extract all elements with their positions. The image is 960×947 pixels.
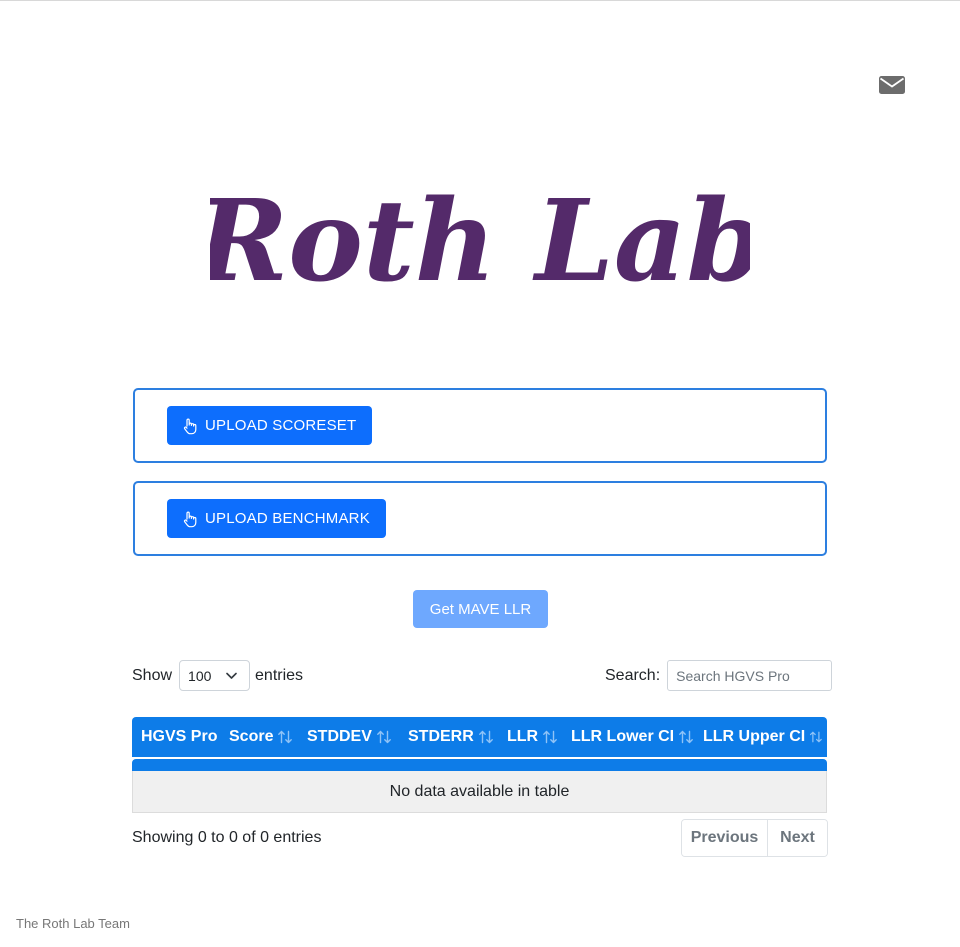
sort-arrows-icon (278, 730, 293, 744)
table-empty-row: No data available in table (132, 771, 827, 813)
upload-benchmark-panel: UPLOAD BENCHMARK (133, 481, 827, 556)
table-header: HGVS Pro Score STDDEV STDERR LLR LLR Low… (132, 717, 827, 757)
page-length-control: Show 100 entries (132, 660, 303, 691)
page-length-select[interactable]: 100 (179, 660, 251, 691)
entries-label: entries (255, 666, 304, 684)
column-stderr[interactable]: STDERR (408, 717, 507, 757)
column-label: LLR (507, 728, 539, 745)
table-search: Search: (605, 660, 833, 691)
column-label: HGVS Pro (141, 728, 218, 745)
logo-text: Roth Lab (210, 176, 750, 300)
previous-page-button[interactable]: Previous (682, 820, 768, 856)
column-label: LLR Upper CI (703, 728, 806, 745)
column-label: STDERR (408, 728, 474, 745)
sort-arrows-icon (377, 730, 391, 744)
column-label: Score (229, 728, 274, 745)
pagination: Previous Next (681, 819, 828, 857)
roth-lab-logo: Roth Lab (210, 176, 750, 300)
table-body-header-strip (132, 759, 827, 771)
column-llr-upper-ci[interactable]: LLR Upper CI (703, 717, 823, 757)
upload-scoreset-panel: UPLOAD SCORESET (133, 388, 827, 463)
sort-arrows-icon (810, 731, 823, 743)
top-divider (0, 0, 960, 1)
column-stddev[interactable]: STDDEV (307, 717, 408, 757)
sort-arrows-icon (478, 730, 493, 744)
column-llr[interactable]: LLR (507, 717, 571, 757)
search-input[interactable] (667, 660, 833, 691)
hand-pointer-icon (183, 418, 197, 434)
column-score[interactable]: Score (229, 717, 307, 757)
column-label: STDDEV (307, 728, 372, 745)
upload-scoreset-label: UPLOAD SCORESET (205, 417, 357, 434)
sort-arrows-icon (543, 730, 558, 744)
chevron-down-icon (226, 672, 237, 679)
column-llr-lower-ci[interactable]: LLR Lower CI (571, 717, 703, 757)
upload-benchmark-button[interactable]: UPLOAD BENCHMARK (167, 499, 386, 538)
upload-scoreset-button[interactable]: UPLOAD SCORESET (167, 406, 373, 445)
envelope-icon[interactable] (879, 76, 905, 94)
table-info: Showing 0 to 0 of 0 entries (132, 829, 322, 846)
hand-pointer-icon (183, 511, 197, 527)
sort-arrows-icon (679, 730, 694, 744)
column-label: LLR Lower CI (571, 728, 675, 745)
footer-credit: The Roth Lab Team (16, 916, 130, 931)
column-hgvs-pro[interactable]: HGVS Pro (132, 717, 229, 757)
get-mave-llr-button[interactable]: Get MAVE LLR (413, 590, 548, 628)
page-length-value: 100 (188, 667, 212, 684)
upload-benchmark-label: UPLOAD BENCHMARK (205, 510, 370, 527)
next-page-button[interactable]: Next (768, 820, 827, 856)
search-label: Search: (605, 666, 661, 684)
empty-message: No data available in table (389, 782, 570, 800)
show-label: Show (132, 666, 173, 684)
